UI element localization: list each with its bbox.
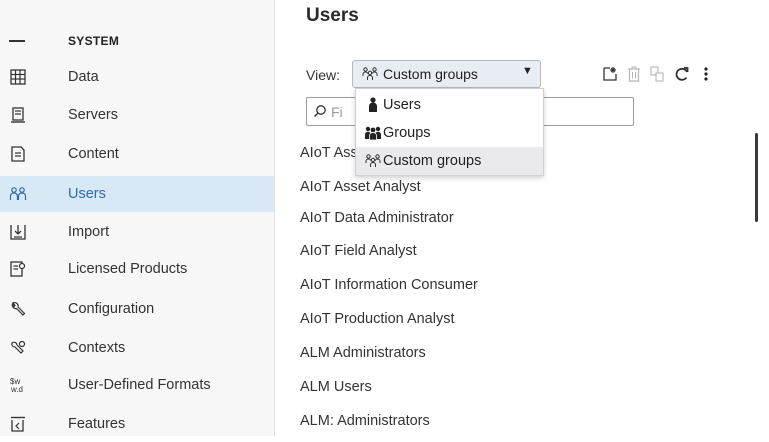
view-select-value: Custom groups [383,66,478,82]
user-icon [364,97,382,113]
view-dropdown-menu: Users Groups Custom groups [355,88,544,176]
sidebar-item-label: Import [68,224,110,240]
list-item-label: ALM Users [300,379,372,395]
caret-down-icon: ▼ [522,65,533,77]
collapse-dash-icon[interactable] [9,40,25,42]
users-group-icon [9,185,27,203]
contexts-icon [9,339,27,357]
sidebar-section-header: SYSTEM [0,26,274,56]
list-item-label: ALM: Administrators [300,413,430,429]
svg-text:w.d: w.d [10,385,23,394]
dropdown-option-label: Users [383,97,421,113]
list-scrollbar[interactable] [755,133,758,222]
table-grid-icon [9,68,27,86]
list-item-label: ALM Administrators [300,345,426,361]
format-icon: $w w.d [9,376,27,394]
groups-icon [364,125,382,141]
sidebar-item-label: Servers [68,107,118,123]
delete-icon[interactable] [624,63,644,85]
sidebar-item-contexts[interactable]: Contexts [0,330,274,366]
wrench-icon [9,300,27,318]
sidebar-item-import[interactable]: Import [0,214,274,250]
view-label: View: [306,67,340,83]
more-vertical-icon[interactable] [696,63,716,85]
document-icon [9,145,27,163]
sidebar-item-label: Contexts [68,340,126,356]
custom-groups-icon [362,67,378,81]
features-icon [9,415,27,433]
section-label: SYSTEM [68,34,120,48]
sidebar-item-servers[interactable]: Servers [0,97,274,133]
sidebar-item-label: Content [68,146,119,162]
server-icon [9,106,27,124]
list-item[interactable]: ALM Users [300,370,740,404]
sidebar-item-label: Features [68,416,126,432]
sidebar-item-configuration[interactable]: Configuration [0,291,274,327]
list-item[interactable]: ALM: Administrators [300,404,740,438]
list-item-label: AIoT Production Analyst [300,311,455,327]
refresh-icon[interactable] [672,63,692,85]
view-select[interactable]: Custom groups ▼ [352,60,541,88]
sidebar-item-licensed-products[interactable]: Licensed Products [0,251,274,287]
sidebar: SYSTEM Data Servers Content Users Import [0,0,275,436]
sidebar-item-features[interactable]: Features [0,406,274,442]
sidebar-item-data[interactable]: Data [0,59,274,95]
page-title: Users [306,5,359,26]
list-item-label: AIoT Field Analyst [300,243,417,259]
sidebar-item-label: Licensed Products [68,261,188,277]
dropdown-option-label: Groups [383,125,431,141]
dropdown-option-custom-groups[interactable]: Custom groups [356,147,543,175]
import-icon [9,223,27,241]
list-item[interactable]: ALM Administrators [300,336,740,370]
sidebar-item-users[interactable]: Users [0,176,274,212]
list-item-label: AIoT Asset Analyst [300,179,421,195]
list-item[interactable]: AIoT Information Consumer [300,268,740,302]
copy-icon[interactable] [647,63,667,85]
sidebar-item-label: User-Defined Formats [68,377,211,393]
list-item[interactable]: AIoT Field Analyst [300,234,740,268]
list-item-label: AIoT Data Administrator [300,210,454,226]
new-item-icon[interactable] [600,63,620,85]
list-item[interactable]: AIoT Data Administrator [300,201,740,235]
sidebar-item-user-defined-formats[interactable]: $w w.d User-Defined Formats [0,367,274,403]
list-item-label: AIoT Information Consumer [300,277,478,293]
custom-groups-icon [364,153,382,169]
sidebar-item-label: Configuration [68,301,155,317]
dropdown-option-label: Custom groups [383,153,482,169]
sidebar-item-label: Data [68,69,99,85]
list-item[interactable]: AIoT Production Analyst [300,302,740,336]
search-icon [313,104,327,118]
license-icon [9,260,27,278]
dropdown-option-groups[interactable]: Groups [356,119,543,147]
sidebar-item-content[interactable]: Content [0,136,274,172]
sidebar-item-label: Users [68,186,106,202]
dropdown-option-users[interactable]: Users [356,91,543,119]
